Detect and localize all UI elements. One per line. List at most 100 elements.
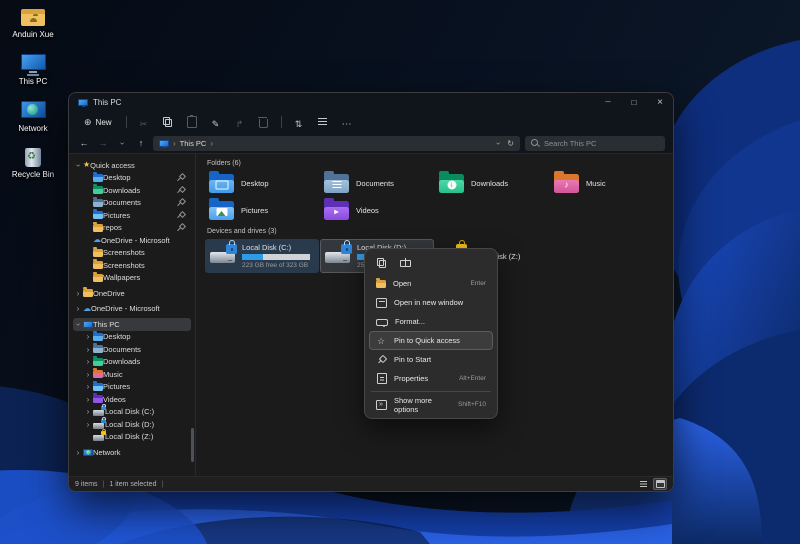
sidebar-item-screenshots[interactable]: Screenshots — [73, 259, 191, 272]
sidebar-item-downloads[interactable]: Downloads — [73, 184, 191, 197]
sidebar-item-downloads[interactable]: Downloads — [73, 355, 191, 369]
sidebar-scrollbar[interactable] — [191, 428, 194, 462]
expander-chevron-icon[interactable] — [83, 382, 93, 391]
sidebar-item-documents[interactable]: Documents — [73, 343, 191, 356]
expander-chevron-icon[interactable] — [73, 320, 83, 329]
menu-item-properties[interactable]: Properties Alt+Enter — [369, 369, 493, 388]
drive-tile-local-disk-c[interactable]: Local Disk (C:) 223 GB free of 323 GB — [205, 239, 319, 273]
see-more-button[interactable] — [337, 114, 357, 130]
recent-locations-icon[interactable]: › — [117, 142, 126, 145]
view-button[interactable] — [313, 114, 333, 130]
expander-chevron-icon[interactable] — [73, 448, 83, 457]
search-input[interactable]: Search This PC — [525, 135, 665, 151]
expander-chevron-icon[interactable] — [83, 432, 93, 441]
expander-chevron-icon[interactable] — [83, 248, 93, 257]
icons-view-button[interactable] — [653, 478, 667, 490]
sidebar-item-music[interactable]: Music — [73, 368, 191, 381]
copy-icon[interactable] — [377, 257, 386, 268]
pin-icon — [177, 199, 184, 206]
sidebar-item-local-disk-z[interactable]: Local Disk (Z:) — [73, 429, 191, 444]
expander-chevron-icon[interactable] — [83, 173, 93, 182]
folders-group-header[interactable]: Folders (6) — [207, 160, 667, 167]
copy-button[interactable] — [158, 114, 178, 130]
sidebar-item-desktop[interactable]: Desktop — [73, 330, 191, 344]
folder-tile-pictures[interactable]: Pictures — [205, 197, 319, 222]
folder-generic-icon — [93, 221, 103, 232]
menu-item-pin-to-quick-access[interactable]: Pin to Quick access — [369, 331, 493, 350]
sidebar-item-pictures[interactable]: Pictures — [73, 209, 191, 222]
expander-chevron-icon[interactable] — [83, 345, 93, 354]
folder-tile-videos[interactable]: Videos — [320, 197, 434, 222]
folder-tile-label: Downloads — [471, 178, 509, 188]
address-dropdown-icon[interactable]: › — [493, 142, 502, 145]
desktop-icon-recycle-bin[interactable]: Recycle Bin — [4, 145, 62, 180]
rename-icon[interactable] — [400, 258, 411, 268]
folder-tile-music[interactable]: Music — [550, 170, 664, 195]
sidebar-item-quick-access[interactable]: ★ Quick access — [73, 159, 191, 172]
expander-chevron-icon[interactable] — [83, 186, 93, 195]
window-icon — [376, 298, 387, 308]
sidebar-item-videos[interactable]: Videos — [73, 393, 191, 406]
sidebar-item-repos[interactable]: repos — [73, 221, 191, 235]
expander-chevron-icon[interactable] — [83, 211, 93, 220]
expander-chevron-icon[interactable] — [83, 236, 93, 245]
expander-chevron-icon[interactable] — [83, 395, 93, 404]
sidebar-item-screenshots[interactable]: Screenshots — [73, 246, 191, 260]
sidebar-item-network[interactable]: Network — [73, 446, 191, 459]
minimize-button[interactable] — [595, 93, 621, 111]
expander-chevron-icon[interactable] — [83, 273, 93, 282]
sidebar-item-this-pc[interactable]: This PC — [73, 318, 191, 331]
expander-chevron-icon[interactable] — [83, 407, 93, 416]
expander-chevron-icon[interactable] — [83, 223, 93, 232]
desktop-icon-anduin-xue[interactable]: Anduin Xue — [4, 5, 62, 40]
details-view-button[interactable] — [636, 478, 650, 490]
expander-chevron-icon[interactable] — [73, 289, 83, 298]
menu-item-show-more-options[interactable]: Show more options Shift+F10 — [369, 395, 493, 414]
folder-tile-documents[interactable]: Documents — [320, 170, 434, 195]
desktop-icon-this-pc[interactable]: This PC — [4, 52, 62, 87]
menu-item-open-in-new-window[interactable]: Open in new window — [369, 293, 493, 312]
breadcrumb[interactable]: This PC — [180, 139, 207, 148]
expander-chevron-icon[interactable] — [83, 420, 93, 429]
expander-chevron-icon[interactable] — [73, 304, 83, 313]
expander-chevron-icon[interactable] — [83, 261, 93, 270]
sidebar-item-local-disk-c[interactable]: Local Disk (C:) — [73, 404, 191, 419]
up-button[interactable] — [134, 138, 148, 148]
documents-folder-icon — [324, 170, 349, 193]
desktop-icon-network[interactable]: Network — [4, 99, 62, 134]
expander-chevron-icon[interactable] — [73, 161, 83, 170]
folder-icon — [376, 278, 386, 288]
folder-music-icon — [93, 368, 103, 379]
new-button[interactable]: New — [77, 115, 119, 130]
sidebar-item-desktop[interactable]: Desktop — [73, 171, 191, 185]
star-icon — [376, 336, 387, 346]
sidebar-item-local-disk-d[interactable]: Local Disk (D:) — [73, 416, 191, 431]
refresh-icon[interactable] — [507, 139, 514, 148]
back-button[interactable] — [77, 138, 91, 148]
rename-button[interactable] — [206, 114, 226, 130]
title-bar[interactable]: This PC — [69, 93, 673, 111]
forward-button[interactable] — [96, 138, 110, 148]
expander-chevron-icon[interactable] — [83, 198, 93, 207]
expander-chevron-icon[interactable] — [83, 357, 93, 366]
folder-tile-desktop[interactable]: Desktop — [205, 170, 319, 195]
sidebar-item-documents[interactable]: Documents — [73, 196, 191, 210]
cut-button — [134, 114, 154, 130]
expander-chevron-icon[interactable] — [83, 370, 93, 379]
sidebar-item-pictures[interactable]: Pictures — [73, 380, 191, 394]
expander-chevron-icon[interactable] — [83, 332, 93, 341]
menu-item-format[interactable]: Format... — [369, 312, 493, 331]
folder-tile-downloads[interactable]: Downloads — [435, 170, 549, 195]
maximize-button[interactable] — [621, 93, 647, 111]
icons-view-icon — [655, 480, 665, 488]
sidebar-item-onedrive-microsoft[interactable]: ☁ OneDrive - Microsoft — [73, 303, 191, 316]
menu-item-open[interactable]: Open Enter — [369, 274, 493, 293]
drives-group-header[interactable]: Devices and drives (3) — [207, 228, 667, 235]
sidebar-item-onedrive-microsoft[interactable]: ☁ OneDrive - Microsoft — [73, 234, 191, 247]
close-button[interactable] — [647, 93, 673, 111]
sidebar-item-onedrive[interactable]: OneDrive — [73, 287, 191, 300]
menu-item-pin-to-start[interactable]: Pin to Start — [369, 350, 493, 369]
address-bar[interactable]: › This PC › › — [153, 135, 520, 151]
sidebar-item-wallpapers[interactable]: Wallpapers — [73, 271, 191, 285]
sort-button[interactable] — [289, 114, 309, 130]
